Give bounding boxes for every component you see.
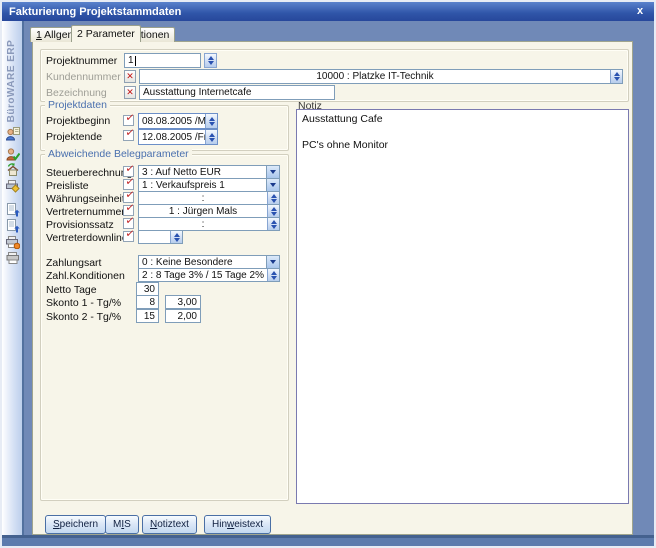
mis-button[interactable]: MIS [105,515,139,534]
window-frame-bottom [2,538,654,548]
skonto2-tage-input[interactable]: 15 [136,309,159,323]
sidebar: BüroWARE ERP [2,21,24,535]
belegparameter-title: Abweichende Belegparameter [45,148,192,160]
notiz-line-blank [302,126,623,139]
titlebar: Fakturierung Projektstammdaten x [2,2,654,21]
projektbeginn-date[interactable]: 08.08.2005 /Mo [138,113,218,129]
vertreterdownline-label: Vertreterdownline [46,232,128,244]
steuerberechnung-label: Steuerberechnung [46,167,132,179]
steuerberechnung-dropdown-icon[interactable] [266,166,279,178]
preisliste-dropdown-icon[interactable] [266,179,279,191]
waehrungseinheit-label: Währungseinheit [46,193,125,205]
zahlungsart-label: Zahlungsart [46,257,101,269]
kundennummer-label: Kundennummer [46,71,121,83]
nettotage-label: Netto Tage [46,284,97,296]
text-caret [135,56,136,66]
speichern-button[interactable]: Speichern [45,515,106,534]
user-note-icon[interactable] [6,127,20,141]
nettotage-input[interactable]: 30 [136,282,159,296]
projektnummer-spinner[interactable] [204,53,217,68]
projektnummer-label: Projektnummer [46,55,117,67]
vertreternummer-spinner[interactable] [267,205,279,217]
vertreterdownline-checkbox[interactable]: ✓ [123,231,134,242]
window-title: Fakturierung Projektstammdaten [2,6,181,18]
user-check-icon[interactable] [6,147,20,161]
skonto2-label: Skonto 2 - Tg/% [46,311,121,323]
skonto1-label: Skonto 1 - Tg/% [46,297,121,309]
notiz-line: Ausstattung Cafe [302,113,623,126]
app-window: Fakturierung Projektstammdaten x BüroWAR… [0,0,656,548]
waehrungseinheit-combo[interactable]: : [138,191,280,205]
kundennummer-combo[interactable]: 10000 : Platzke IT-Technik [139,69,623,84]
vertreternummer-label: Vertreternummer [46,206,125,218]
bezeichnung-clear-icon[interactable]: ✕ [124,86,136,99]
printer-alert-icon[interactable] [6,235,20,249]
doc-upload-icon-2[interactable] [6,219,20,233]
steuerberechnung-dropdown[interactable]: 3 : Auf Netto EUR [138,165,280,179]
skonto1-tage-input[interactable]: 8 [136,295,159,309]
projektdaten-title: Projektdaten [45,99,110,111]
bezeichnung-label: Bezeichnung [46,87,107,99]
vertreternummer-combo[interactable]: 1 : Jürgen Mals [138,204,280,218]
kundennummer-clear-icon[interactable]: ✕ [124,70,136,83]
zahlkonditionen-spinner[interactable] [267,269,279,281]
skonto1-prozent-input[interactable]: 3,00 [165,295,201,309]
preisliste-label: Preisliste [46,180,89,192]
waehrungseinheit-spinner[interactable] [267,192,279,204]
projektbeginn-label: Projektbeginn [46,115,110,127]
provisionssatz-combo[interactable]: : [138,217,280,231]
projektbeginn-checkbox[interactable]: ✓ [123,115,134,126]
zahlungsart-dropdown-icon[interactable] [266,256,279,268]
notiz-textarea[interactable]: Ausstattung Cafe PC's ohne Monitor [296,109,629,504]
skonto2-prozent-input[interactable]: 2,00 [165,309,201,323]
projektende-checkbox[interactable]: ✓ [123,130,134,141]
projektende-date[interactable]: 12.08.2005 /Fr [138,129,218,145]
notiztext-button[interactable]: Notiztext [142,515,197,534]
doc-upload-icon[interactable] [6,203,20,217]
projektnummer-input[interactable]: 1 [124,53,201,68]
kundennummer-spinner[interactable] [610,70,622,83]
provisionssatz-spinner[interactable] [267,218,279,230]
bezeichnung-input[interactable]: Ausstattung Internetcafe [139,85,335,100]
zahlkonditionen-combo[interactable]: 2 : 8 Tage 3% / 15 Tage 2% [138,268,280,282]
projektende-spinner[interactable] [205,130,217,144]
close-icon[interactable]: x [633,4,647,18]
printer-disk-icon[interactable] [6,179,20,193]
printer-icon[interactable] [6,251,20,265]
brand-vertical: BüroWARE ERP [2,25,22,137]
zahlkonditionen-label: Zahl.Konditionen [46,270,125,282]
home-sync-icon[interactable] [6,163,20,177]
tab-parameter[interactable]: 2 Parameter [71,25,141,42]
vertreterdownline-spinner[interactable] [170,231,182,243]
provisionssatz-label: Provisionssatz [46,219,114,231]
preisliste-dropdown[interactable]: 1 : Verkaufspreis 1 [138,178,280,192]
projektbeginn-spinner[interactable] [205,114,217,128]
vertreterdownline-input[interactable] [138,230,183,244]
hinweistext-button[interactable]: Hinweistext [204,515,271,534]
zahlungsart-dropdown[interactable]: 0 : Keine Besondere [138,255,280,269]
projektende-label: Projektende [46,131,102,143]
notiz-line: PC's ohne Monitor [302,139,623,152]
